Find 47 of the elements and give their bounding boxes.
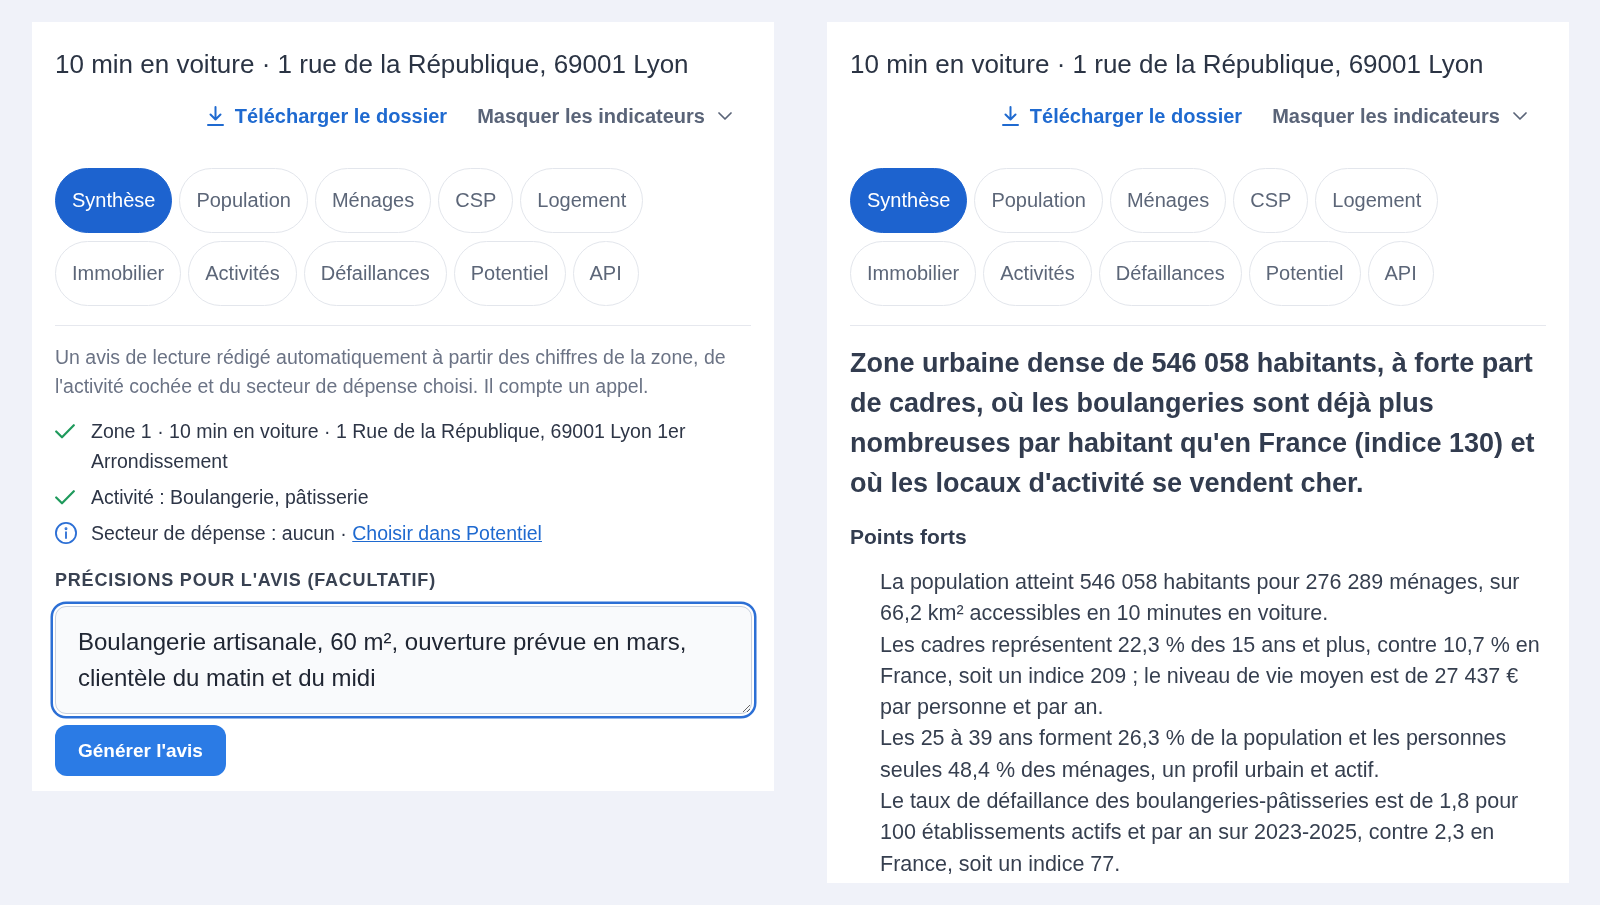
tab[interactable]: Défaillances (303, 241, 447, 306)
tab[interactable]: Potentiel (1248, 241, 1361, 306)
tab[interactable]: CSP (1233, 168, 1309, 233)
tab[interactable]: Logement (1315, 168, 1439, 233)
tab[interactable]: Défaillances (1098, 241, 1242, 306)
checklist-text: Zone 1 · 10 min en voiture · 1 Rue de la République, 69001 Lyon 1er Arrondissement (91, 420, 686, 472)
hide-indicators-button[interactable]: Masquer les indicateurs (1272, 104, 1527, 128)
check-icon (55, 489, 75, 505)
tab[interactable]: Activités (983, 241, 1092, 306)
tab[interactable]: Ménages (314, 168, 432, 233)
description-text: Un avis de lecture rédigé automatiquement à partir des chiffres de la zone, de l'activité cochée et du secteur de dépense choisi. Il compte un appel. (55, 345, 727, 399)
tab[interactable]: Immobilier (850, 241, 977, 306)
tab[interactable]: API (1367, 241, 1434, 306)
location-title: 10 min en voiture · 1 rue de la République, 69001 Lyon (850, 48, 1485, 80)
tab[interactable]: Ménages (1109, 168, 1227, 233)
choose-link[interactable]: Choisir dans Potentiel (352, 522, 542, 544)
hide-indicators-button[interactable]: Masquer les indicateurs (477, 104, 732, 128)
summary-headline: Zone urbaine dense de 546 058 habitants, à forte part de cadres, où les boulangeries sont déjà plus nombreuses par habitant qu'en France (indice 130) et où les locaux d'activité se vendent cher. (850, 347, 1536, 500)
download-link[interactable]: Télécharger le dossier (206, 104, 448, 128)
tab[interactable]: Population (974, 168, 1103, 233)
location-title: 10 min en voiture · 1 rue de la République, 69001 Lyon (55, 48, 690, 80)
tab[interactable]: Potentiel (453, 241, 566, 306)
tab[interactable]: Logement (520, 168, 644, 233)
tab[interactable]: CSP (438, 168, 514, 233)
field-label: PRÉCISIONS POUR L'AVIS (FACULTATIF) (55, 568, 437, 592)
tab[interactable]: Population (179, 168, 308, 233)
generate-button[interactable]: Générer l'avis (55, 725, 226, 776)
download-icon (206, 106, 224, 126)
download-link[interactable]: Télécharger le dossier (1001, 104, 1243, 128)
tab[interactable]: Synthèse (55, 168, 173, 233)
point-text: Les cadres représentent 22,3 % des 15 ans et plus, contre 10,7 % en France, soit un indice 209 ; le niveau de vie moyen est de 27 437 € par personne et par an. (880, 631, 1541, 722)
chevron-down-icon (718, 112, 732, 120)
point-text: La population atteint 546 058 habitants pour 276 289 ménages, sur 66,2 km² accessibles en 10 minutes en voiture. (880, 569, 1521, 628)
tab[interactable]: API (572, 241, 639, 306)
info-icon (55, 522, 77, 544)
checklist-text: Activité : Boulangerie, pâtisserie (91, 486, 369, 508)
checklist-text: Secteur de dépense : aucun · (91, 522, 347, 544)
section-title: Points forts (850, 524, 968, 550)
point-text: Le taux de défaillance des boulangeries-pâtisseries est de 1,8 pour 100 établissements actifs et par an sur 2023-2025, contre 2,3 en France, soit un indice 77. (880, 788, 1520, 878)
tab[interactable]: Activités (188, 241, 297, 306)
tab[interactable]: Immobilier (55, 241, 182, 306)
download-icon (1001, 106, 1019, 126)
chevron-down-icon (1513, 112, 1527, 120)
notes-field[interactable]: Boulangerie artisanale, 60 m², ouverture prévue en mars, clientèle du matin et du midi (55, 606, 752, 714)
check-icon (55, 423, 75, 439)
point-text: Les 25 à 39 ans forment 26,3 % de la population et les personnes seules 48,4 % des ménages, un profil urbain et actif. (880, 725, 1508, 784)
tab[interactable]: Synthèse (850, 168, 968, 233)
